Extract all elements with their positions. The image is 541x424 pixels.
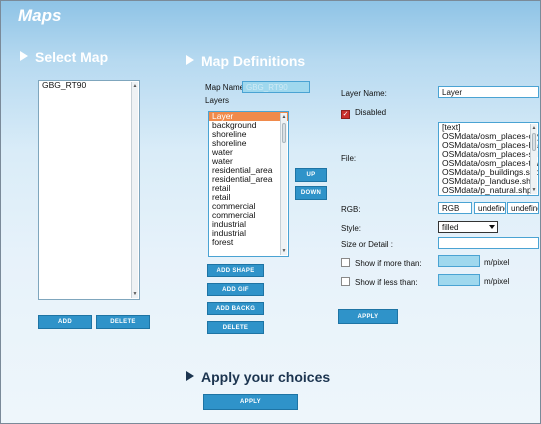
apply-choices-heading: Apply your choices: [186, 369, 330, 385]
file-list-item[interactable]: OSMdata/p_natural.shp: [439, 186, 538, 195]
layers-list-scrollbar[interactable]: ▲ ▼: [280, 113, 287, 255]
layers-list[interactable]: Layer background shoreline shoreline water wa…: [208, 111, 289, 257]
arrow-right-icon: [186, 55, 194, 65]
add-map-button[interactable]: ADD: [38, 315, 92, 329]
show-more-checkbox[interactable]: [341, 258, 350, 267]
show-less-input[interactable]: [438, 274, 480, 286]
style-select-value: filled: [442, 223, 459, 232]
size-detail-label: Size or Detail :: [341, 240, 394, 249]
show-less-unit: m/pixel: [484, 277, 510, 286]
scroll-down-icon[interactable]: ▼: [531, 187, 537, 193]
size-detail-input[interactable]: [438, 237, 539, 249]
layer-name-label: Layer Name:: [341, 89, 387, 98]
show-more-row[interactable]: Show if more than:: [341, 258, 422, 268]
rgb-red-input[interactable]: RGB: [438, 202, 472, 214]
map-name-label: Map Name: [205, 83, 245, 92]
show-more-label: Show if more than:: [355, 259, 422, 268]
arrow-right-icon: [20, 51, 28, 61]
scroll-down-icon[interactable]: ▼: [132, 291, 138, 297]
style-label: Style:: [341, 224, 362, 233]
apply-layer-button[interactable]: APPLY: [338, 309, 398, 324]
move-down-button[interactable]: DOWN: [295, 186, 327, 200]
map-name-input[interactable]: GBG_RT90: [242, 81, 310, 93]
file-label: File:: [341, 154, 357, 163]
delete-layer-button[interactable]: DELETE: [207, 321, 264, 334]
delete-map-button[interactable]: DELETE: [96, 315, 150, 329]
chevron-down-icon: [489, 225, 495, 229]
layer-list-item[interactable]: forest: [209, 238, 288, 247]
map-list[interactable]: GBG_RT90 ▲ ▼: [38, 80, 140, 300]
map-list-item[interactable]: GBG_RT90: [39, 81, 139, 90]
map-list-scrollbar[interactable]: ▲ ▼: [131, 82, 138, 298]
disabled-checkbox[interactable]: ✓: [341, 110, 350, 119]
add-gif-button[interactable]: ADD GIF: [207, 283, 264, 296]
add-shape-button[interactable]: ADD SHAPE: [207, 264, 264, 277]
scroll-up-icon[interactable]: ▲: [281, 114, 287, 120]
select-map-heading: Select Map: [20, 49, 108, 65]
scroll-down-icon[interactable]: ▼: [281, 248, 287, 254]
disabled-checkbox-row[interactable]: ✓ Disabled: [341, 108, 386, 119]
show-less-row[interactable]: Show if less than:: [341, 277, 418, 287]
scroll-thumb[interactable]: [532, 133, 536, 151]
apply-all-button[interactable]: APPLY: [203, 394, 298, 410]
map-definitions-heading-text: Map Definitions: [201, 53, 306, 69]
scroll-up-icon[interactable]: ▲: [531, 125, 537, 131]
rgb-blue-input[interactable]: undefinec: [507, 202, 539, 214]
disabled-label: Disabled: [355, 108, 387, 117]
add-background-button[interactable]: ADD BACKG: [207, 302, 264, 315]
rgb-green-input[interactable]: undefinec: [474, 202, 506, 214]
scroll-up-icon[interactable]: ▲: [132, 83, 138, 89]
scroll-thumb[interactable]: [282, 123, 286, 143]
show-less-label: Show if less than:: [355, 278, 418, 287]
move-up-button[interactable]: UP: [295, 168, 327, 182]
show-more-unit: m/pixel: [484, 258, 510, 267]
select-map-heading-text: Select Map: [35, 49, 109, 65]
apply-choices-heading-text: Apply your choices: [201, 369, 331, 385]
map-definitions-heading: Map Definitions: [186, 53, 305, 69]
show-more-input[interactable]: [438, 255, 480, 267]
rgb-label: RGB:: [341, 205, 361, 214]
layer-name-input[interactable]: Layer: [438, 86, 539, 98]
style-select[interactable]: filled: [438, 221, 498, 233]
layers-label: Layers: [205, 96, 230, 105]
file-list[interactable]: [text]OSMdata/osm_places-city.shOSMdata/…: [438, 122, 539, 196]
file-list-scrollbar[interactable]: ▲ ▼: [530, 124, 537, 194]
page-title: Maps: [18, 6, 62, 25]
show-less-checkbox[interactable]: [341, 277, 350, 286]
arrow-right-icon: [186, 371, 194, 381]
